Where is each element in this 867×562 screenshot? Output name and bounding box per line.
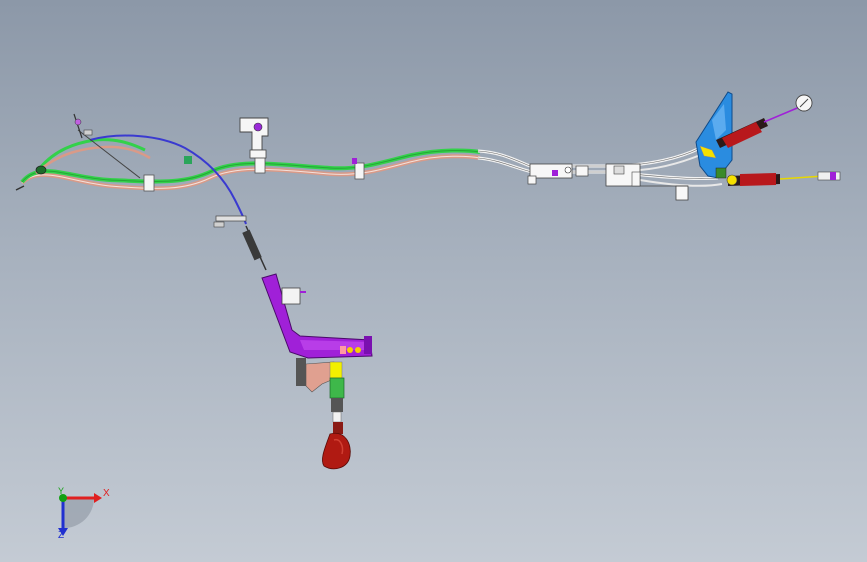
green-cable-loop[interactable]: [38, 138, 146, 169]
shifter-mechanism[interactable]: [296, 358, 345, 423]
shifter-cable-end[interactable]: [213, 215, 267, 271]
lower-cable-boot[interactable]: [726, 171, 841, 186]
upper-bracket[interactable]: [239, 117, 269, 159]
z-axis-label: Z: [58, 530, 65, 541]
white-cable-section[interactable]: [477, 146, 723, 187]
shifter-bracket-purple[interactable]: [261, 273, 373, 359]
coordinate-axis-triad: X Y Z: [44, 478, 124, 548]
shift-cable-bundle[interactable]: [15, 129, 481, 225]
x-axis-label: X: [103, 488, 110, 499]
y-axis-label: Y: [58, 486, 65, 496]
cad-viewport[interactable]: X Y Z: [0, 0, 867, 562]
gear-shift-knob[interactable]: [322, 422, 351, 470]
axis-triad-graphic: [58, 493, 102, 536]
pink-cable[interactable]: [20, 154, 481, 191]
transmission-mount-bracket[interactable]: [695, 91, 733, 179]
gear-shift-cable-assembly-model[interactable]: [0, 0, 867, 562]
right-cable-brackets[interactable]: [527, 163, 689, 201]
